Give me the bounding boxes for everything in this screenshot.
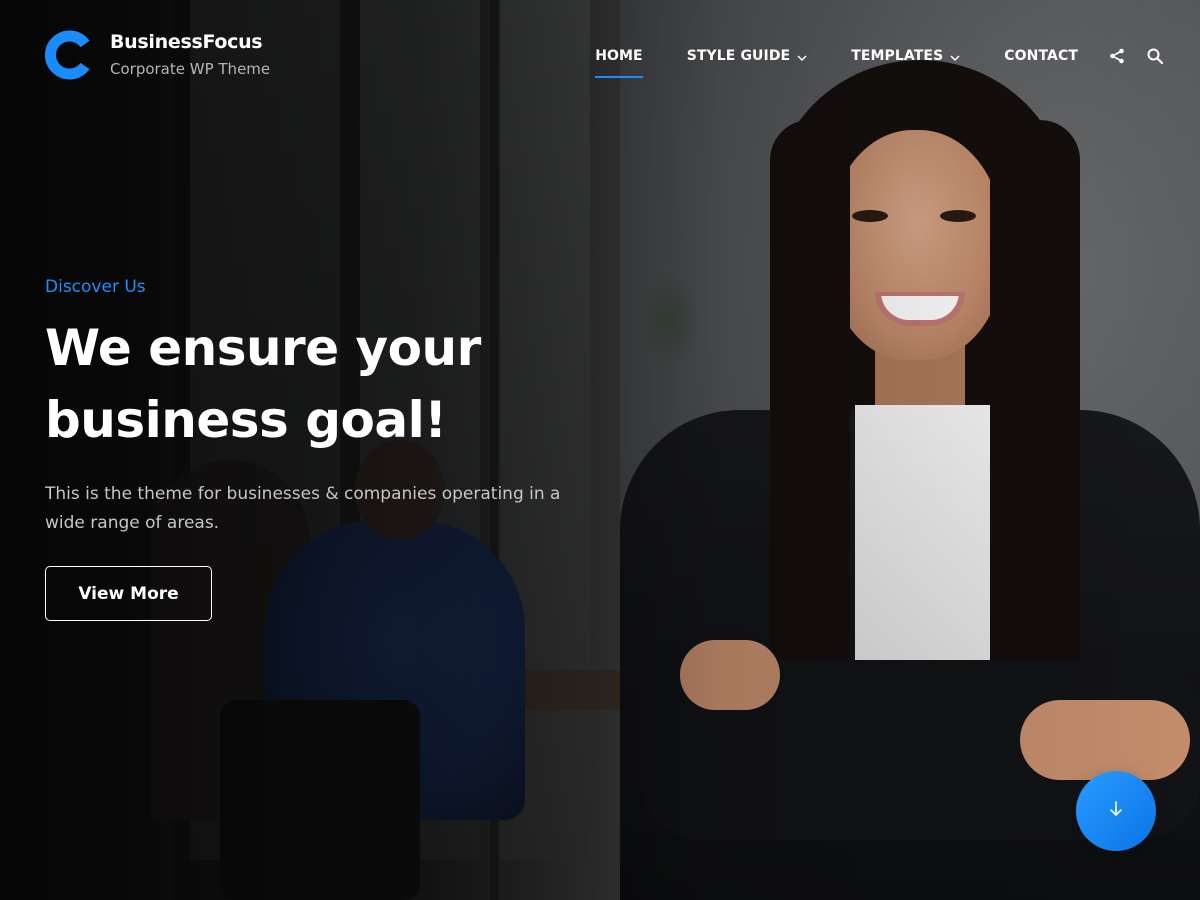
nav-item-label: CONTACT bbox=[1004, 48, 1078, 64]
nav-item-home[interactable]: HOME bbox=[595, 44, 643, 78]
hero-headline: We ensure your business goal! bbox=[45, 312, 605, 456]
hero-section: BusinessFocus Corporate WP Theme HOME ST… bbox=[0, 0, 1200, 900]
arrow-down-icon bbox=[1107, 800, 1125, 822]
share-icon[interactable] bbox=[1108, 47, 1126, 65]
site-header: BusinessFocus Corporate WP Theme HOME ST… bbox=[0, 0, 1200, 110]
chevron-down-icon bbox=[950, 51, 960, 62]
headline-line-2: business goal! bbox=[45, 391, 447, 449]
nav-item-contact[interactable]: CONTACT bbox=[1004, 44, 1078, 68]
scroll-down-button[interactable] bbox=[1076, 771, 1156, 851]
search-icon[interactable] bbox=[1146, 47, 1164, 65]
site-title[interactable]: BusinessFocus bbox=[110, 31, 263, 53]
chevron-down-icon bbox=[797, 51, 807, 62]
main-nav: HOME STYLE GUIDE TEMPLATES CONTACT bbox=[595, 44, 1200, 78]
headline-line-1: We ensure your bbox=[45, 319, 481, 377]
nav-item-label: STYLE GUIDE bbox=[686, 48, 791, 64]
nav-item-templates[interactable]: TEMPLATES bbox=[851, 44, 960, 68]
view-more-button[interactable]: View More bbox=[45, 566, 212, 621]
site-tagline: Corporate WP Theme bbox=[110, 60, 271, 78]
nav-item-label: TEMPLATES bbox=[851, 48, 944, 64]
hero-eyebrow: Discover Us bbox=[45, 277, 146, 297]
nav-item-label: HOME bbox=[595, 48, 643, 64]
hero-subtext: This is the theme for businesses & compa… bbox=[45, 484, 561, 533]
c-logo-icon[interactable] bbox=[45, 30, 95, 80]
nav-item-style-guide[interactable]: STYLE GUIDE bbox=[687, 44, 807, 68]
